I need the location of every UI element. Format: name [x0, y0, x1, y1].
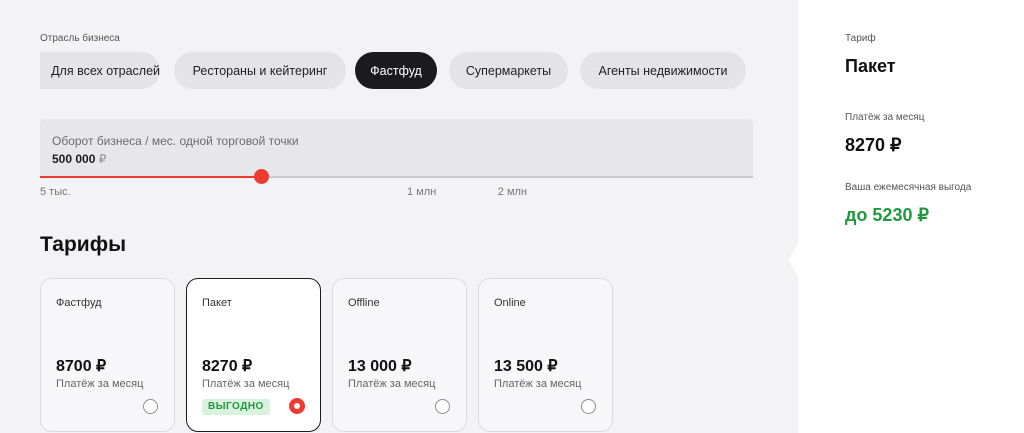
chip-supermarkets[interactable]: Супермаркеты — [449, 52, 568, 89]
turnover-label: Оборот бизнеса / мес. одной торговой точ… — [52, 134, 299, 148]
chip-fastfood[interactable]: Фастфуд — [355, 52, 437, 89]
summary-tariff-label: Тариф — [845, 33, 876, 44]
chip-real-estate[interactable]: Агенты недвижимости — [580, 52, 746, 89]
tariff-name: Offline — [348, 297, 380, 309]
tariff-card-package[interactable]: Пакет 8270 ₽ Платёж за месяц ВЫГОДНО — [186, 278, 321, 432]
chip-label: Для всех отраслей — [51, 63, 160, 78]
tariff-card-offline[interactable]: Offline 13 000 ₽ Платёж за месяц — [332, 278, 467, 432]
summary-payment-value: 8270 ₽ — [845, 135, 902, 155]
tariffs-title: Тарифы — [40, 233, 127, 256]
tariff-period: Платёж за месяц — [348, 378, 436, 390]
tariff-price: 13 500 ₽ — [494, 358, 558, 375]
industry-label: Отрасль бизнеса — [40, 33, 120, 44]
tariff-name: Фастфуд — [56, 297, 102, 309]
tariff-price: 8700 ₽ — [56, 358, 107, 375]
turnover-slider-thumb[interactable] — [254, 169, 270, 184]
tariff-radio[interactable] — [143, 399, 158, 414]
turnover-amount: 500 000 — [52, 152, 96, 166]
calculator-panel: Отрасль бизнеса Для всех отраслей Рестор… — [0, 0, 798, 433]
chip-label: Агенты недвижимости — [598, 63, 728, 78]
chip-restaurants[interactable]: Рестораны и кейтеринг — [174, 52, 346, 89]
summary-tariff-value: Пакет — [845, 56, 896, 76]
tariff-period: Платёж за месяц — [202, 378, 290, 390]
summary-payment-label: Платёж за месяц — [845, 112, 925, 123]
currency-sign: ₽ — [98, 152, 107, 166]
chip-all-industries[interactable]: Для всех отраслей — [40, 52, 160, 89]
slider-max-label: 2 млн — [497, 186, 527, 198]
tariff-period: Платёж за месяц — [56, 378, 144, 390]
tariff-price: 8270 ₽ — [202, 358, 253, 375]
turnover-field[interactable]: Оборот бизнеса / мес. одной торговой точ… — [40, 119, 753, 177]
tariff-card-fastfood[interactable]: Фастфуд 8700 ₽ Платёж за месяц — [40, 278, 175, 432]
tariff-period: Платёж за месяц — [494, 378, 582, 390]
chip-label: Рестораны и кейтеринг — [192, 63, 328, 78]
turnover-value: 500 000 ₽ — [52, 152, 106, 166]
summary-benefit-value: до 5230 ₽ — [845, 205, 929, 225]
slider-mid-label: 1 млн — [407, 186, 437, 198]
tariff-radio[interactable] — [581, 399, 596, 414]
tariff-name: Online — [494, 297, 526, 309]
turnover-slider-track[interactable] — [40, 169, 753, 184]
chip-label: Фастфуд — [370, 63, 422, 78]
tariff-radio[interactable] — [435, 399, 450, 414]
turnover-slider-fill — [40, 176, 262, 178]
industry-chips: Для всех отраслей Рестораны и кейтеринг … — [40, 52, 760, 90]
tariff-name: Пакет — [202, 297, 232, 309]
tariff-price: 13 000 ₽ — [348, 358, 412, 375]
summary-benefit-label: Ваша ежемесячная выгода — [845, 182, 972, 193]
chip-label: Супермаркеты — [465, 63, 552, 78]
tariff-card-online[interactable]: Online 13 500 ₽ Платёж за месяц — [478, 278, 613, 432]
slider-min-label: 5 тыс. — [40, 186, 71, 198]
tariff-radio-selected[interactable] — [289, 398, 305, 414]
best-value-badge: ВЫГОДНО — [202, 399, 270, 415]
